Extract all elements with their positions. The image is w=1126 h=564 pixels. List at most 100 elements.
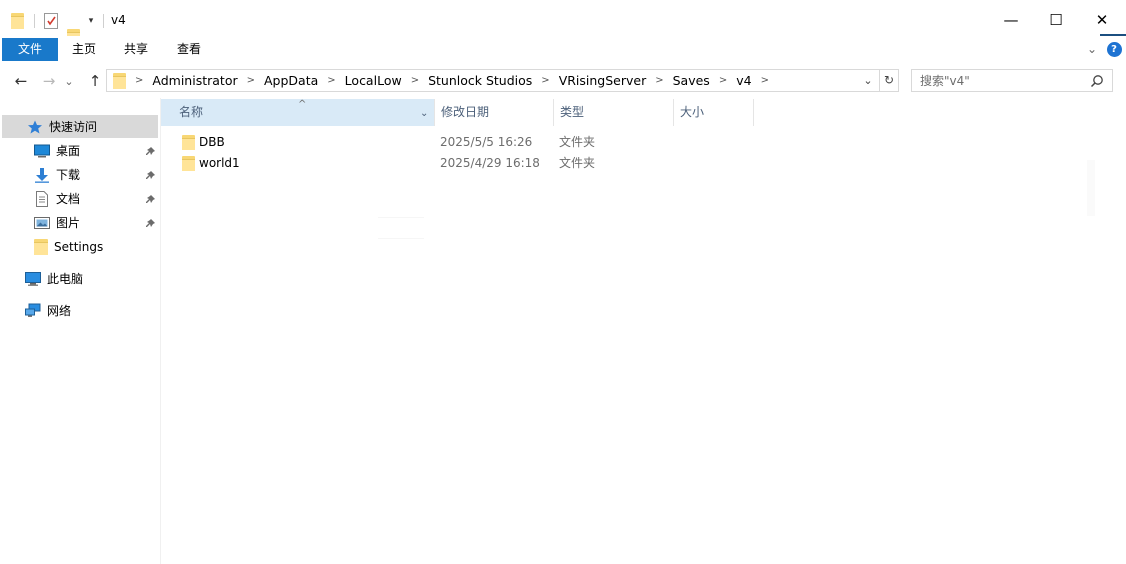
sidebar-item-documents[interactable]: 文档 (0, 187, 158, 210)
table-row[interactable]: world1 2025/4/29 16:18 文件夹 (161, 153, 761, 174)
file-name: DBB (199, 135, 225, 149)
file-date: 2025/4/29 16:18 (440, 156, 540, 170)
sidebar-item-this-pc[interactable]: 此电脑 (0, 267, 158, 290)
sidebar-item-label: 文档 (56, 192, 81, 206)
refresh-button[interactable]: ↻ (880, 69, 899, 92)
breadcrumb-separator[interactable]: > (761, 75, 769, 86)
sidebar-item-settings[interactable]: Settings (0, 235, 158, 258)
pin-icon[interactable] (144, 194, 156, 206)
folder-icon (34, 238, 48, 255)
title-bar: ▾ v4 — ☐ ✕ (0, 0, 1126, 45)
folder-icon (182, 135, 195, 150)
column-header-size[interactable]: 大小 (673, 99, 753, 126)
help-icon: ? (1106, 41, 1122, 57)
sidebar-item-label: 下载 (56, 168, 81, 182)
breadcrumb-separator[interactable]: > (541, 75, 549, 86)
tab-home[interactable]: 主页 (60, 38, 108, 61)
breadcrumb-separator[interactable]: > (135, 75, 143, 86)
navigation-pane: 快速访问 桌面 下载 文档 图片 Settings 此电脑 网络 (0, 102, 161, 564)
table-row[interactable]: DBB 2025/5/5 16:26 文件夹 (161, 132, 761, 153)
search-input[interactable] (920, 73, 1088, 88)
sidebar-item-label: Settings (54, 239, 104, 254)
search-icon[interactable] (1090, 74, 1104, 88)
network-icon (25, 303, 41, 319)
column-header-label: 大小 (680, 105, 705, 119)
sidebar-item-pictures[interactable]: 图片 (0, 211, 158, 234)
quick-access-dropdown-icon[interactable]: ▾ (86, 12, 96, 28)
folder-icon (113, 73, 126, 89)
back-button[interactable]: ← (10, 70, 32, 92)
download-icon (34, 167, 50, 183)
column-filter-icon[interactable]: ⌄ (420, 100, 428, 127)
sidebar-item-desktop[interactable]: 桌面 (0, 139, 158, 162)
address-bar[interactable]: > Administrator > AppData > LocalLow > S… (106, 69, 880, 92)
ribbon-tabs: 文件 主页 共享 查看 ⌄ ? (0, 36, 1126, 62)
column-header-name[interactable]: 名称 ^ ⌄ (161, 99, 434, 126)
sidebar-item-label: 桌面 (56, 144, 81, 158)
pictures-icon (34, 215, 50, 231)
file-date: 2025/5/5 16:26 (440, 135, 533, 149)
tab-view[interactable]: 查看 (165, 38, 213, 61)
pin-icon[interactable] (144, 146, 156, 158)
address-dropdown-icon[interactable]: ⌄ (861, 73, 875, 87)
maximize-button[interactable]: ☐ (1033, 0, 1079, 40)
minimize-button[interactable]: — (988, 0, 1034, 40)
tab-share[interactable]: 共享 (112, 38, 160, 61)
breadcrumb-saves[interactable]: Saves (673, 73, 710, 88)
up-button[interactable]: ↑ (84, 70, 106, 92)
help-button[interactable]: ? (1106, 40, 1122, 58)
sidebar-item-label: 图片 (56, 216, 81, 230)
divider (378, 238, 424, 239)
column-header-date[interactable]: 修改日期 (434, 99, 553, 126)
folder-icon (182, 156, 195, 171)
recent-locations-icon[interactable]: ⌄ (62, 70, 76, 92)
star-icon (27, 119, 43, 135)
toolbar-separator (34, 14, 35, 28)
navigation-bar: ← → ⌄ ↑ > Administrator > AppData > Loca… (0, 66, 1126, 96)
breadcrumb-separator[interactable]: > (247, 75, 255, 86)
column-header-label: 类型 (560, 105, 585, 119)
breadcrumb-stunlock-studios[interactable]: Stunlock Studios (428, 73, 532, 88)
properties-icon[interactable] (44, 13, 58, 29)
breadcrumb-separator[interactable]: > (719, 75, 727, 86)
sidebar-item-network[interactable]: 网络 (0, 299, 158, 322)
column-header-row: 名称 ^ ⌄ 修改日期 类型 大小 (161, 99, 1126, 126)
sidebar-item-downloads[interactable]: 下载 (0, 163, 158, 186)
sidebar-item-label: 此电脑 (47, 272, 84, 286)
checkmark-icon (47, 16, 56, 26)
column-divider[interactable] (753, 99, 754, 126)
breadcrumb-administrator[interactable]: Administrator (152, 73, 237, 88)
column-header-label: 名称 (179, 105, 204, 119)
window-title: v4 (111, 13, 126, 27)
breadcrumb-separator[interactable]: > (655, 75, 663, 86)
computer-icon (25, 271, 41, 287)
scrollbar-track[interactable] (1087, 160, 1095, 216)
column-header-type[interactable]: 类型 (553, 99, 673, 126)
search-box[interactable] (911, 69, 1113, 92)
file-name: world1 (199, 156, 240, 170)
breadcrumb-appdata[interactable]: AppData (264, 73, 318, 88)
expand-ribbon-icon[interactable]: ⌄ (1085, 40, 1099, 58)
file-type: 文件夹 (559, 135, 596, 149)
sidebar-item-label: 快速访问 (49, 120, 98, 134)
breadcrumb-separator[interactable]: > (327, 75, 335, 86)
file-type: 文件夹 (559, 156, 596, 170)
sort-ascending-icon: ^ (298, 99, 307, 110)
sidebar-item-quick-access[interactable]: 快速访问 (2, 115, 158, 138)
tab-file[interactable]: 文件 (2, 38, 58, 61)
folder-icon[interactable] (11, 13, 24, 29)
toolbar-separator (103, 14, 104, 28)
breadcrumb-v4[interactable]: v4 (736, 73, 751, 88)
documents-icon (34, 190, 50, 207)
forward-button[interactable]: → (38, 70, 60, 92)
breadcrumb-vrisingserver[interactable]: VRisingServer (559, 73, 647, 88)
pin-icon[interactable] (144, 170, 156, 182)
desktop-icon (34, 143, 50, 159)
column-header-label: 修改日期 (441, 105, 490, 119)
breadcrumb-separator[interactable]: > (411, 75, 419, 86)
pin-icon[interactable] (144, 218, 156, 230)
divider (378, 217, 424, 218)
sidebar-item-label: 网络 (47, 304, 72, 318)
breadcrumb-locallow[interactable]: LocalLow (345, 73, 402, 88)
breadcrumb: > Administrator > AppData > LocalLow > S… (133, 70, 778, 91)
